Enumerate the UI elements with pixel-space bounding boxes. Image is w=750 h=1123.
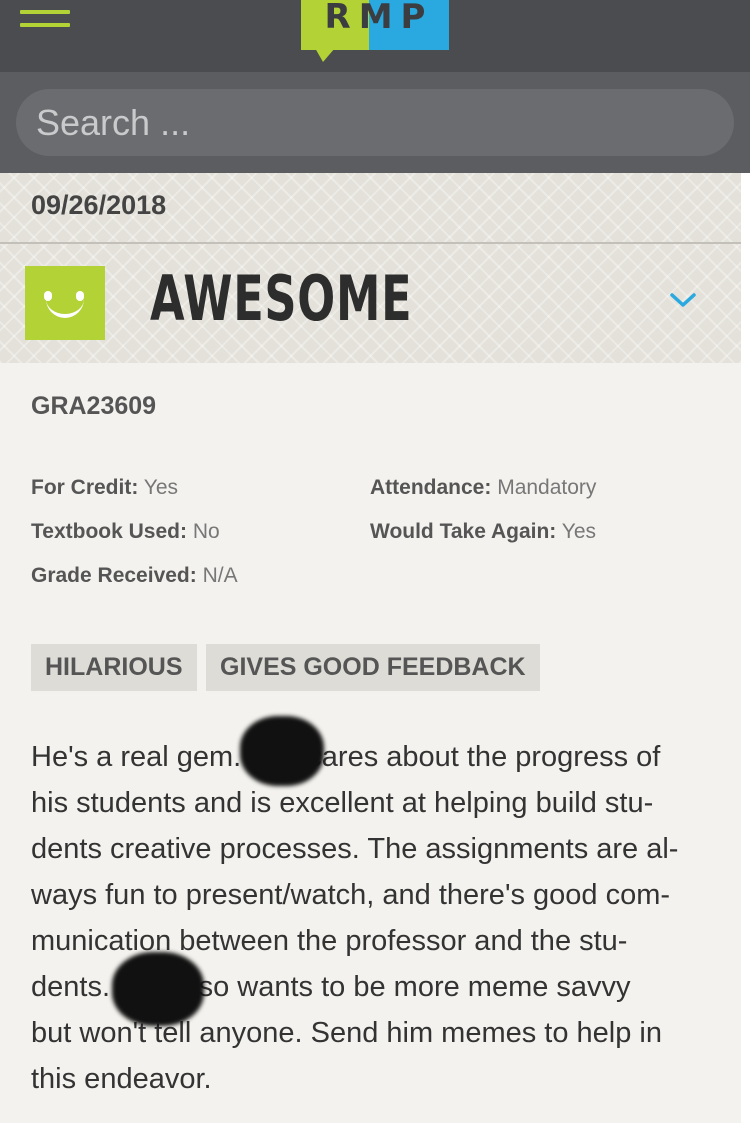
textbook-row: Textbook Used: No: [31, 520, 220, 544]
for-credit-value: Yes: [143, 476, 179, 499]
textbook-value: No: [192, 520, 220, 543]
for-credit-label: For Credit:: [31, 476, 139, 499]
rating-label: AWESOME: [150, 262, 413, 335]
course-code: GRA23609: [31, 392, 157, 420]
smiley-face-icon: [25, 266, 105, 340]
hamburger-menu-icon[interactable]: [20, 6, 72, 32]
search-input[interactable]: [16, 89, 734, 156]
rmp-logo[interactable]: RMP: [301, 0, 449, 62]
rating-date: 09/26/2018: [31, 190, 167, 220]
attendance-row: Attendance: Mandatory: [370, 476, 596, 500]
take-again-value: Yes: [561, 520, 597, 543]
logo-text: RMP: [324, 0, 434, 37]
attendance-label: Attendance:: [370, 476, 492, 499]
grade-label: Grade Received:: [31, 564, 197, 587]
grade-value: N/A: [202, 564, 238, 587]
take-again-row: Would Take Again: Yes: [370, 520, 596, 544]
for-credit-row: For Credit: Yes: [31, 476, 178, 500]
redaction-mark: [240, 716, 324, 786]
tag-hilarious: HILARIOUS: [31, 644, 197, 691]
comment-line: this endeavor.: [31, 1063, 212, 1095]
textbook-label: Textbook Used:: [31, 520, 187, 543]
take-again-label: Would Take Again:: [370, 520, 557, 543]
header-divider: [0, 242, 741, 244]
chevron-down-icon[interactable]: [670, 292, 696, 308]
comment-line: dents creative processes. The assignment…: [31, 833, 679, 865]
review-comment: He's a real gem. W s cares about the pro…: [31, 734, 711, 1102]
comment-line: his students and is excellent at helping…: [31, 787, 654, 819]
comment-line: He's a real gem. W s cares about the pro…: [31, 741, 661, 773]
grade-row: Grade Received: N/A: [31, 564, 238, 588]
redaction-mark: [112, 952, 204, 1026]
tag-gives-good-feedback: GIVES GOOD FEEDBACK: [206, 644, 540, 691]
page-edge: [741, 173, 750, 1123]
attendance-value: Mandatory: [497, 476, 597, 499]
comment-line: ways fun to present/watch, and there's g…: [31, 879, 671, 911]
